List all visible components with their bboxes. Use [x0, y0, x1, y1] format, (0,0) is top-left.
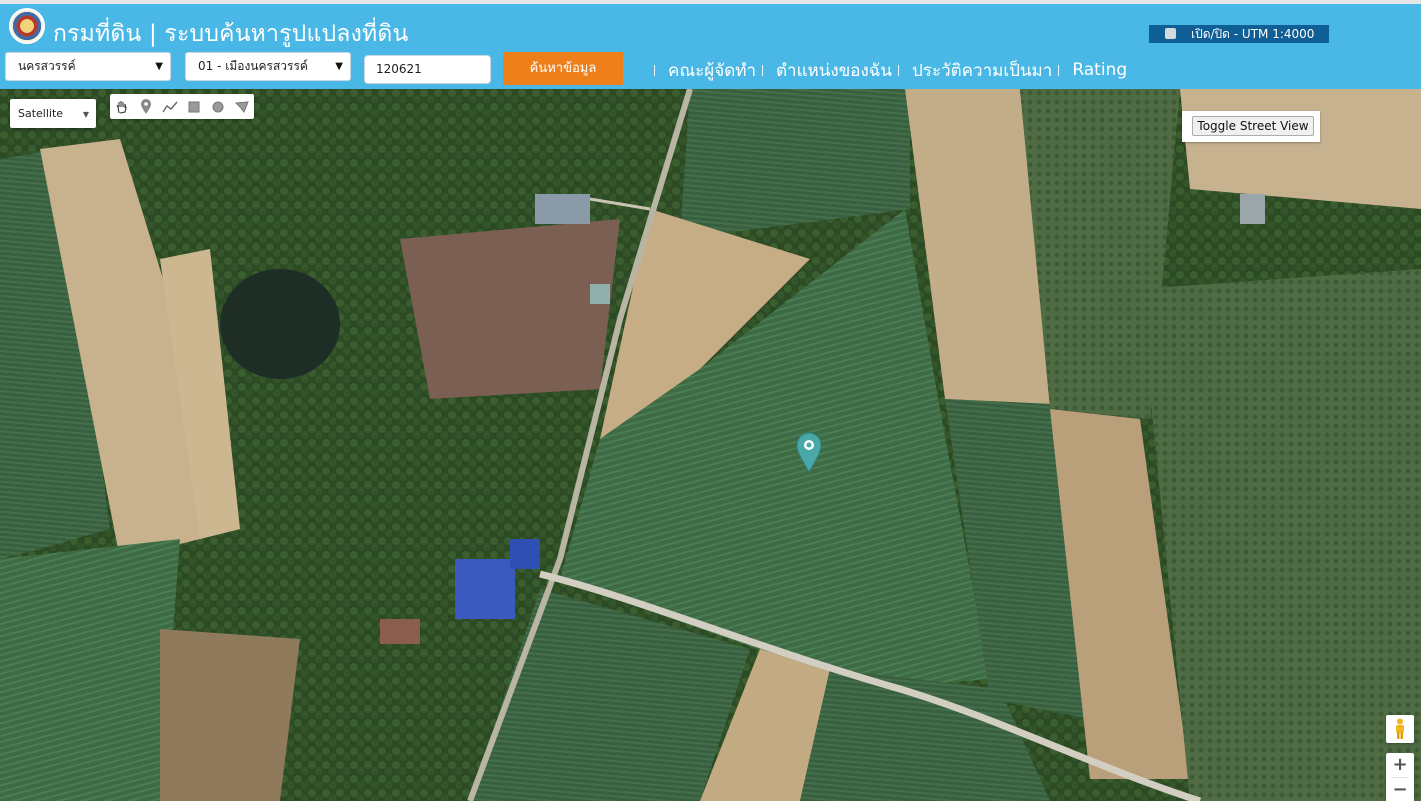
- nav-rating[interactable]: Rating: [1072, 60, 1127, 80]
- zoom-control: + −: [1386, 753, 1414, 801]
- province-select[interactable]: นครสวรรค์ ▼: [5, 52, 171, 81]
- dropdown-arrow-icon: ▼: [155, 61, 163, 72]
- marker-icon[interactable]: [134, 94, 158, 119]
- top-nav: คณะผู้จัดทำ ตำแหน่งของฉัน ประวัติความเป็…: [648, 57, 1127, 83]
- pegman-icon[interactable]: [1386, 715, 1414, 743]
- rectangle-icon[interactable]: [182, 94, 206, 119]
- utm-checkbox[interactable]: [1165, 28, 1176, 39]
- utm-toggle-label: เปิด/ปิด - UTM 1:4000: [1191, 27, 1315, 41]
- zoom-out-button[interactable]: −: [1386, 778, 1414, 801]
- polygon-icon[interactable]: [230, 94, 254, 119]
- map-type-value: Satellite: [18, 107, 64, 120]
- dropdown-arrow-icon: ▼: [82, 110, 89, 119]
- utm-toggle[interactable]: เปิด/ปิด - UTM 1:4000: [1149, 25, 1329, 43]
- nav-team[interactable]: คณะผู้จัดทำ: [668, 57, 756, 84]
- circle-icon[interactable]: [206, 94, 230, 119]
- nav-separator: [762, 64, 763, 76]
- location-marker-icon[interactable]: [795, 431, 823, 474]
- polyline-icon[interactable]: [158, 94, 182, 119]
- app-title: กรมที่ดิน | ระบบค้นหารูปแปลงที่ดิน: [53, 21, 409, 47]
- nav-history[interactable]: ประวัติความเป็นมา: [912, 57, 1052, 84]
- street-view-control: Toggle Street View: [1182, 111, 1320, 142]
- search-button[interactable]: ค้นหาข้อมูล: [503, 52, 623, 85]
- dropdown-arrow-icon: ▼: [335, 61, 343, 72]
- parcel-number-input[interactable]: 120621: [364, 55, 491, 84]
- nav-my-location[interactable]: ตำแหน่งของฉัน: [776, 57, 892, 84]
- province-value: นครสวรรค์: [18, 59, 76, 73]
- district-select[interactable]: 01 - เมืองนครสวรรค์ ▼: [185, 52, 351, 81]
- district-value: 01 - เมืองนครสวรรค์: [198, 59, 308, 73]
- nav-separator: [1058, 64, 1060, 76]
- satellite-map[interactable]: [0, 89, 1421, 801]
- nav-separator: [898, 64, 900, 76]
- map-type-select[interactable]: Satellite ▼: [10, 99, 96, 128]
- department-logo: [9, 8, 45, 44]
- satellite-imagery: [0, 89, 1421, 801]
- toggle-street-view-button[interactable]: Toggle Street View: [1192, 116, 1314, 136]
- drawing-toolbar: [110, 94, 254, 119]
- zoom-in-button[interactable]: +: [1386, 753, 1414, 777]
- hand-icon[interactable]: [110, 94, 134, 119]
- nav-separator: [654, 64, 655, 76]
